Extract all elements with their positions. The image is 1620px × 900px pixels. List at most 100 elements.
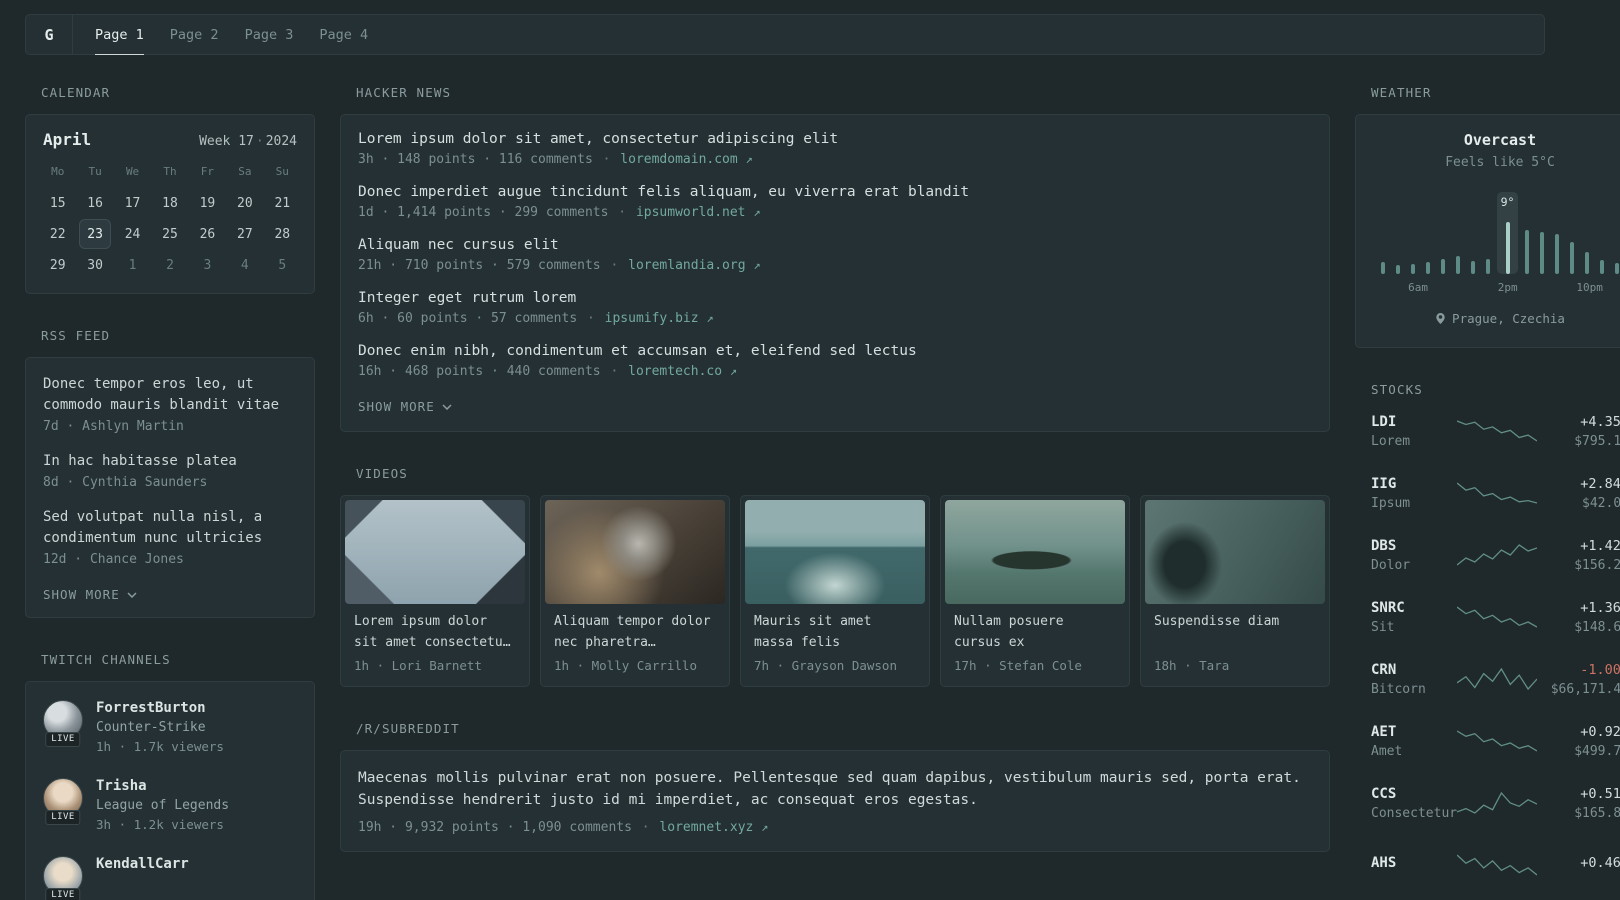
stock-row[interactable]: SNRC Sit +1.36% $148.64 bbox=[1371, 597, 1620, 637]
separator-dot: · bbox=[618, 205, 627, 220]
subreddit-card[interactable]: Maecenas mollis pulvinar erat non posuer… bbox=[340, 750, 1330, 852]
stock-row[interactable]: CCS Consectetur +0.51% $165.84 bbox=[1371, 783, 1620, 823]
weather-time-label: 6am bbox=[1408, 281, 1429, 294]
channel-avatar: LIVE bbox=[43, 856, 83, 900]
calendar-month: April bbox=[43, 130, 92, 149]
channel-info: ForrestBurton Counter-Strike 1h · 1.7k v… bbox=[96, 700, 224, 754]
stock-id: CCS Consectetur bbox=[1371, 786, 1457, 821]
weather-bar bbox=[1482, 192, 1495, 274]
video-card[interactable]: Suspendisse diam 18h · Tara bbox=[1140, 495, 1330, 687]
hn-story-link[interactable]: Lorem ipsum dolor sit amet, consectetur … bbox=[358, 131, 1312, 147]
video-thumbnail bbox=[745, 500, 925, 604]
hackernews-card: Lorem ipsum dolor sit amet, consectetur … bbox=[340, 114, 1330, 432]
video-meta: 18h · Tara bbox=[1154, 658, 1230, 673]
stocks-list: LDI Lorem +4.35% $795.18 IIG Ipsum bbox=[1355, 411, 1620, 885]
twitch-channel[interactable]: LIVE Trisha League of Legends 3h · 1.2k … bbox=[43, 778, 297, 832]
video-card[interactable]: Lorem ipsum dolor sit amet consectetu… 1… bbox=[340, 495, 530, 687]
dashboard-page: G Page 1 Page 2 Page 3 Page 4 CALENDAR A… bbox=[25, 0, 1620, 900]
calendar-day-next-month: 5 bbox=[278, 257, 287, 273]
hn-story-link[interactable]: Donec enim nibh, condimentum et accumsan… bbox=[358, 343, 1312, 359]
stock-row[interactable]: IIG Ipsum +2.84% $42.04 bbox=[1371, 473, 1620, 513]
hn-domain-link[interactable]: loremlandia.org ↗ bbox=[628, 258, 760, 273]
hn-domain-link[interactable]: loremdomain.com ↗ bbox=[620, 152, 752, 167]
hn-item: Donec enim nibh, condimentum et accumsan… bbox=[358, 343, 1312, 379]
weather-bar bbox=[1467, 192, 1480, 274]
video-meta: 17h · Stefan Cole bbox=[954, 658, 1082, 673]
current-temp-label: 9° bbox=[1500, 195, 1515, 209]
video-card[interactable]: Nullam posuere cursus ex 17h · Stefan Co… bbox=[940, 495, 1130, 687]
chevron-down-icon bbox=[127, 591, 137, 598]
rss-item-meta: 8d · Cynthia Saunders bbox=[43, 475, 208, 490]
stock-name: Ipsum bbox=[1371, 495, 1411, 511]
external-link-icon: ↗ bbox=[745, 152, 753, 166]
stock-values: +2.84% $42.04 bbox=[1537, 476, 1620, 511]
video-title: Mauris sit amet massa felis bbox=[754, 614, 872, 650]
app-logo[interactable]: G bbox=[26, 15, 72, 54]
stock-row[interactable]: AET Amet +0.92% $499.72 bbox=[1371, 721, 1620, 761]
stock-row[interactable]: AHS +0.46% bbox=[1371, 845, 1620, 885]
hn-meta: 16h · 468 points · 440 comments · loremt… bbox=[358, 364, 1312, 379]
tab-page-2[interactable]: Page 2 bbox=[170, 15, 219, 54]
hn-show-more-button[interactable]: SHOW MORE bbox=[358, 399, 452, 414]
calendar-day: 25 bbox=[162, 226, 178, 242]
hn-story-link[interactable]: Integer eget rutrum lorem bbox=[358, 290, 1312, 306]
rss-show-more-button[interactable]: SHOW MORE bbox=[43, 587, 137, 602]
channel-info: KendallCarr bbox=[96, 856, 189, 896]
weather-bar bbox=[1596, 192, 1609, 274]
hn-domain-link[interactable]: ipsumworld.net ↗ bbox=[636, 205, 761, 220]
hn-item: Donec imperdiet augue tincidunt felis al… bbox=[358, 184, 1312, 220]
rss-item[interactable]: Sed volutpat nulla nisl, a condimentum n… bbox=[43, 507, 297, 567]
weather-bar bbox=[1611, 192, 1620, 274]
separator-dot: · bbox=[602, 152, 611, 167]
stock-change: +4.35% bbox=[1580, 413, 1620, 430]
twitch-channel[interactable]: LIVE KendallCarr bbox=[43, 856, 297, 900]
stocks-heading: STOCKS bbox=[1371, 382, 1423, 397]
hn-domain-link[interactable]: ipsumify.biz ↗ bbox=[605, 311, 714, 326]
video-card[interactable]: Aliquam tempor dolor nec pharetra… 1h · … bbox=[540, 495, 730, 687]
calendar-weekday: Su bbox=[275, 165, 289, 178]
rss-item-meta: 7d · Ashlyn Martin bbox=[43, 419, 184, 434]
channel-game: League of Legends bbox=[96, 798, 230, 813]
stock-name: Consectetur bbox=[1371, 805, 1458, 821]
separator-dot: · bbox=[586, 311, 595, 326]
stock-price: $42.04 bbox=[1582, 495, 1620, 511]
stock-change: +2.84% bbox=[1580, 475, 1620, 492]
hn-domain-link[interactable]: loremtech.co ↗ bbox=[628, 364, 737, 379]
video-card[interactable]: Mauris sit amet massa felis 7h · Grayson… bbox=[740, 495, 930, 687]
external-link-icon: ↗ bbox=[761, 820, 769, 834]
stock-values: +0.46% bbox=[1537, 855, 1620, 875]
chevron-down-icon bbox=[442, 403, 452, 410]
post-domain-link[interactable]: loremnet.xyz ↗ bbox=[659, 820, 768, 835]
hn-story-link[interactable]: Aliquam nec cursus elit bbox=[358, 237, 1312, 253]
video-title: Lorem ipsum dolor sit amet consectetu… bbox=[354, 614, 511, 650]
rss-item[interactable]: In hac habitasse platea 8d · Cynthia Sau… bbox=[43, 451, 297, 490]
weather-bar bbox=[1391, 192, 1404, 274]
stock-row[interactable]: CRN Bitcorn -1.00% $66,171.48 bbox=[1371, 659, 1620, 699]
topbar: G Page 1 Page 2 Page 3 Page 4 bbox=[25, 14, 1545, 55]
tab-page-4[interactable]: Page 4 bbox=[319, 15, 368, 54]
stock-id: SNRC Sit bbox=[1371, 600, 1457, 635]
calendar-weekday: Sa bbox=[238, 165, 252, 178]
calendar-weekday: Th bbox=[163, 165, 177, 178]
calendar-weekday: Mo bbox=[51, 165, 65, 178]
tab-page-3[interactable]: Page 3 bbox=[245, 15, 294, 54]
rss-item[interactable]: Donec tempor eros leo, ut commodo mauris… bbox=[43, 374, 297, 434]
tab-page-1[interactable]: Page 1 bbox=[95, 15, 144, 55]
stock-row[interactable]: DBS Dolor +1.42% $156.28 bbox=[1371, 535, 1620, 575]
hn-domain: ipsumworld.net bbox=[635, 205, 746, 220]
post-text: Maecenas mollis pulvinar erat non posuer… bbox=[358, 770, 1301, 808]
videos-row: Lorem ipsum dolor sit amet consectetu… 1… bbox=[340, 495, 1330, 687]
calendar-weekday: We bbox=[125, 165, 140, 178]
hn-story-link[interactable]: Donec imperdiet augue tincidunt felis al… bbox=[358, 184, 1312, 200]
channel-meta: 3h · 1.2k viewers bbox=[96, 817, 224, 832]
stock-row[interactable]: LDI Lorem +4.35% $795.18 bbox=[1371, 411, 1620, 451]
stock-name: Amet bbox=[1371, 743, 1403, 759]
stock-sparkline bbox=[1457, 667, 1537, 691]
twitch-channel[interactable]: LIVE ForrestBurton Counter-Strike 1h · 1… bbox=[43, 700, 297, 754]
subreddit-widget: /R/SUBREDDIT Maecenas mollis pulvinar er… bbox=[340, 721, 1330, 852]
video-meta: 1h · Lori Barnett bbox=[354, 658, 482, 673]
video-thumbnail bbox=[945, 500, 1125, 604]
calendar-day-next-month: 4 bbox=[240, 257, 249, 273]
stock-id: DBS Dolor bbox=[1371, 538, 1457, 573]
hn-domain: loremdomain.com bbox=[620, 152, 738, 167]
